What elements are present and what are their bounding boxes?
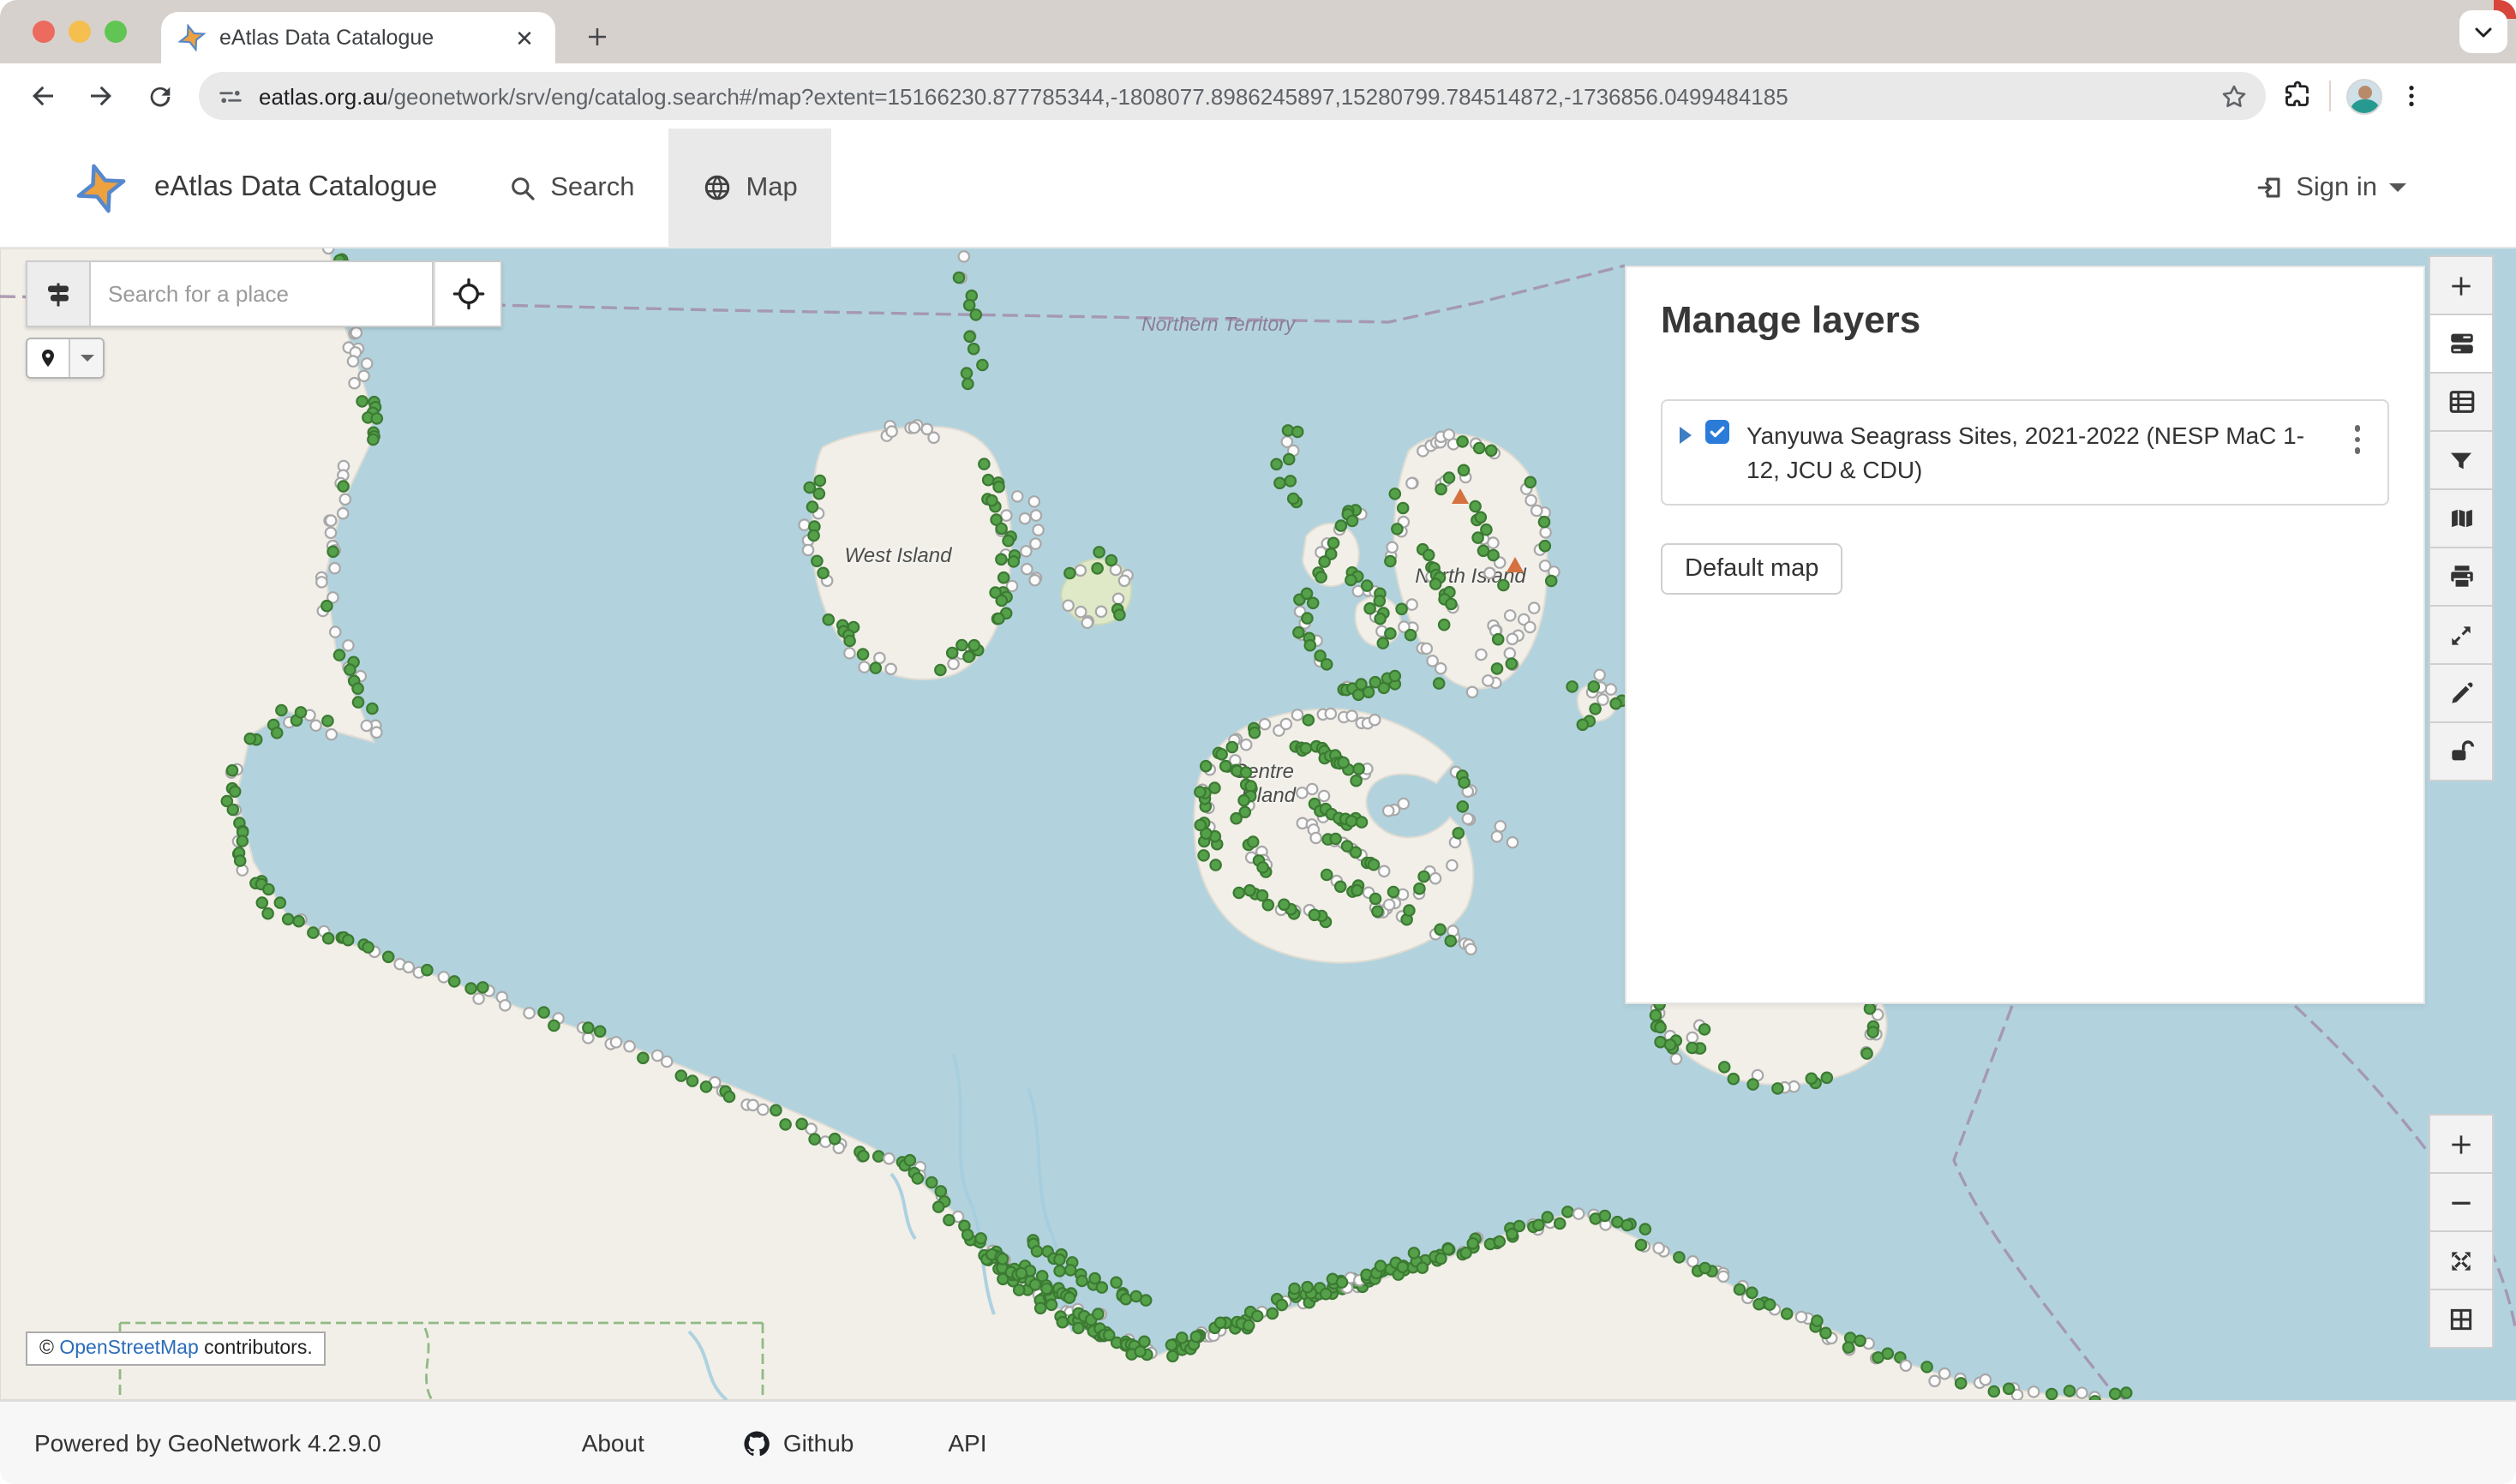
pin-tool-dropdown[interactable] — [70, 339, 103, 377]
draw-button[interactable] — [2429, 663, 2494, 723]
label-northern-territory: Northern Territory — [1141, 313, 1297, 335]
projection-lock-button[interactable] — [2429, 721, 2494, 781]
geolocate-button[interactable] — [434, 260, 502, 327]
check-icon — [1709, 423, 1726, 440]
grid-icon — [2447, 1305, 2475, 1332]
powered-by-text: Powered by GeoNetwork 4.2.9.0 — [34, 1429, 381, 1457]
back-button[interactable] — [19, 72, 67, 120]
eatlas-brand[interactable]: eAtlas Data Catalogue — [75, 162, 437, 213]
profile-avatar[interactable] — [2346, 78, 2382, 114]
folded-map-icon — [2447, 504, 2476, 533]
new-tab-button[interactable] — [572, 12, 620, 60]
sign-in-button[interactable]: Sign in — [2255, 172, 2406, 203]
browser-actions — [2283, 78, 2425, 114]
browser-window: eAtlas Data Catalogue ✕ eatlas.org.au/ge… — [0, 0, 2516, 1484]
add-layer-button[interactable] — [2429, 255, 2494, 315]
pencil-icon — [2447, 679, 2475, 707]
tab-search[interactable]: Search — [475, 128, 668, 248]
extensions-icon[interactable] — [2283, 81, 2314, 111]
signpost-icon — [43, 278, 74, 309]
tab-title: eAtlas Data Catalogue — [219, 26, 511, 50]
close-window-button[interactable] — [33, 21, 55, 43]
github-icon — [742, 1428, 771, 1457]
window-controls — [0, 0, 127, 63]
browser-menu-kebab-icon[interactable] — [2398, 82, 2425, 110]
zoom-extent-button[interactable] — [2429, 1230, 2494, 1290]
filter-funnel-icon — [2447, 446, 2475, 474]
app-footer: Powered by GeoNetwork 4.2.9.0 About Gith… — [0, 1400, 2516, 1484]
layer-name: Yanyuwa Seagrass Sites, 2021-2022 (NESP … — [1746, 418, 2326, 487]
expand-diagonal-icon — [2447, 621, 2475, 649]
zoom-in-button[interactable] — [2429, 1114, 2494, 1174]
browser-toolbar: eatlas.org.au/geonetwork/srv/eng/catalog… — [0, 63, 2516, 129]
layer-card[interactable]: Yanyuwa Seagrass Sites, 2021-2022 (NESP … — [1661, 399, 2389, 506]
toolbar-divider — [2329, 81, 2331, 111]
globe-icon — [703, 173, 732, 202]
minimize-window-button[interactable] — [69, 21, 91, 43]
eatlas-favicon-star-icon — [178, 24, 206, 51]
print-button[interactable] — [2429, 547, 2494, 607]
label-west-island: West Island — [845, 544, 953, 567]
printer-icon — [2447, 562, 2476, 591]
eatlas-logo-star-icon — [75, 162, 127, 213]
annotation-tool — [26, 338, 105, 379]
map-attribution: © OpenStreetMap contributors. — [26, 1331, 326, 1366]
table-icon — [2447, 387, 2476, 416]
forward-button[interactable] — [77, 72, 125, 120]
map-search-widget — [26, 260, 502, 327]
map-pin-icon — [38, 346, 58, 370]
tab-strip: eAtlas Data Catalogue ✕ — [0, 0, 2516, 63]
tab-map[interactable]: Map — [668, 128, 831, 248]
url-text: eatlas.org.au/geonetwork/srv/eng/catalog… — [259, 83, 2219, 109]
gazetteer-button[interactable] — [26, 260, 91, 327]
browser-tab[interactable]: eAtlas Data Catalogue ✕ — [161, 12, 555, 63]
chevron-down-icon — [80, 355, 93, 362]
measure-button[interactable] — [2429, 605, 2494, 665]
chevron-down-icon — [2389, 183, 2406, 192]
search-icon — [509, 174, 536, 201]
filter-button[interactable] — [2429, 430, 2494, 490]
attribute-table-button[interactable] — [2429, 372, 2494, 432]
footer-link-api[interactable]: API — [948, 1429, 986, 1457]
reload-button[interactable] — [135, 72, 183, 120]
app-header: eAtlas Data Catalogue Search Map Sign in — [0, 129, 2516, 248]
manage-layers-button[interactable] — [2429, 314, 2494, 374]
nav-map-label: Map — [746, 172, 797, 203]
sign-in-label: Sign in — [2296, 172, 2377, 203]
footer-link-about[interactable]: About — [582, 1429, 644, 1457]
brand-title: eAtlas Data Catalogue — [154, 171, 437, 204]
map-search-input[interactable] — [91, 260, 434, 327]
zoom-controls — [2429, 1116, 2494, 1349]
footer-link-github[interactable]: Github — [783, 1429, 854, 1457]
map-canvas[interactable]: Northern Territory West Island Centre Is… — [0, 248, 2516, 1400]
crosshair-icon — [452, 278, 484, 310]
url-bar[interactable]: eatlas.org.au/geonetwork/srv/eng/catalog… — [199, 72, 2266, 120]
sign-in-icon — [2255, 173, 2284, 202]
layer-visibility-checkbox[interactable] — [1705, 420, 1729, 444]
grid-overview-button[interactable] — [2429, 1289, 2494, 1349]
tab-list-chevron-button[interactable] — [2459, 10, 2507, 53]
expand-arrows-icon — [2447, 1247, 2475, 1274]
maximize-window-button[interactable] — [105, 21, 127, 43]
manage-layers-panel: Manage layers Yanyuwa Seagrass Sites, 20… — [1625, 266, 2425, 1004]
bookmark-star-icon[interactable] — [2219, 81, 2249, 111]
default-map-button[interactable]: Default map — [1661, 543, 1842, 595]
layer-expand-caret-icon[interactable] — [1680, 427, 1692, 444]
site-info-icon[interactable] — [216, 81, 245, 111]
zoom-out-button[interactable] — [2429, 1172, 2494, 1232]
nav-search-label: Search — [550, 172, 634, 203]
layers-icon — [2447, 329, 2476, 358]
panel-title: Manage layers — [1661, 298, 2389, 343]
openstreetmap-link[interactable]: OpenStreetMap — [59, 1338, 198, 1359]
tab-close-icon[interactable]: ✕ — [511, 24, 538, 51]
pin-tool-button[interactable] — [27, 339, 70, 377]
basemap-button[interactable] — [2429, 488, 2494, 548]
layer-menu-kebab-icon[interactable] — [2344, 418, 2370, 460]
unlock-icon — [2447, 738, 2475, 765]
map-tools-toolbar — [2429, 257, 2494, 781]
chevron-down-icon — [2473, 21, 2494, 42]
